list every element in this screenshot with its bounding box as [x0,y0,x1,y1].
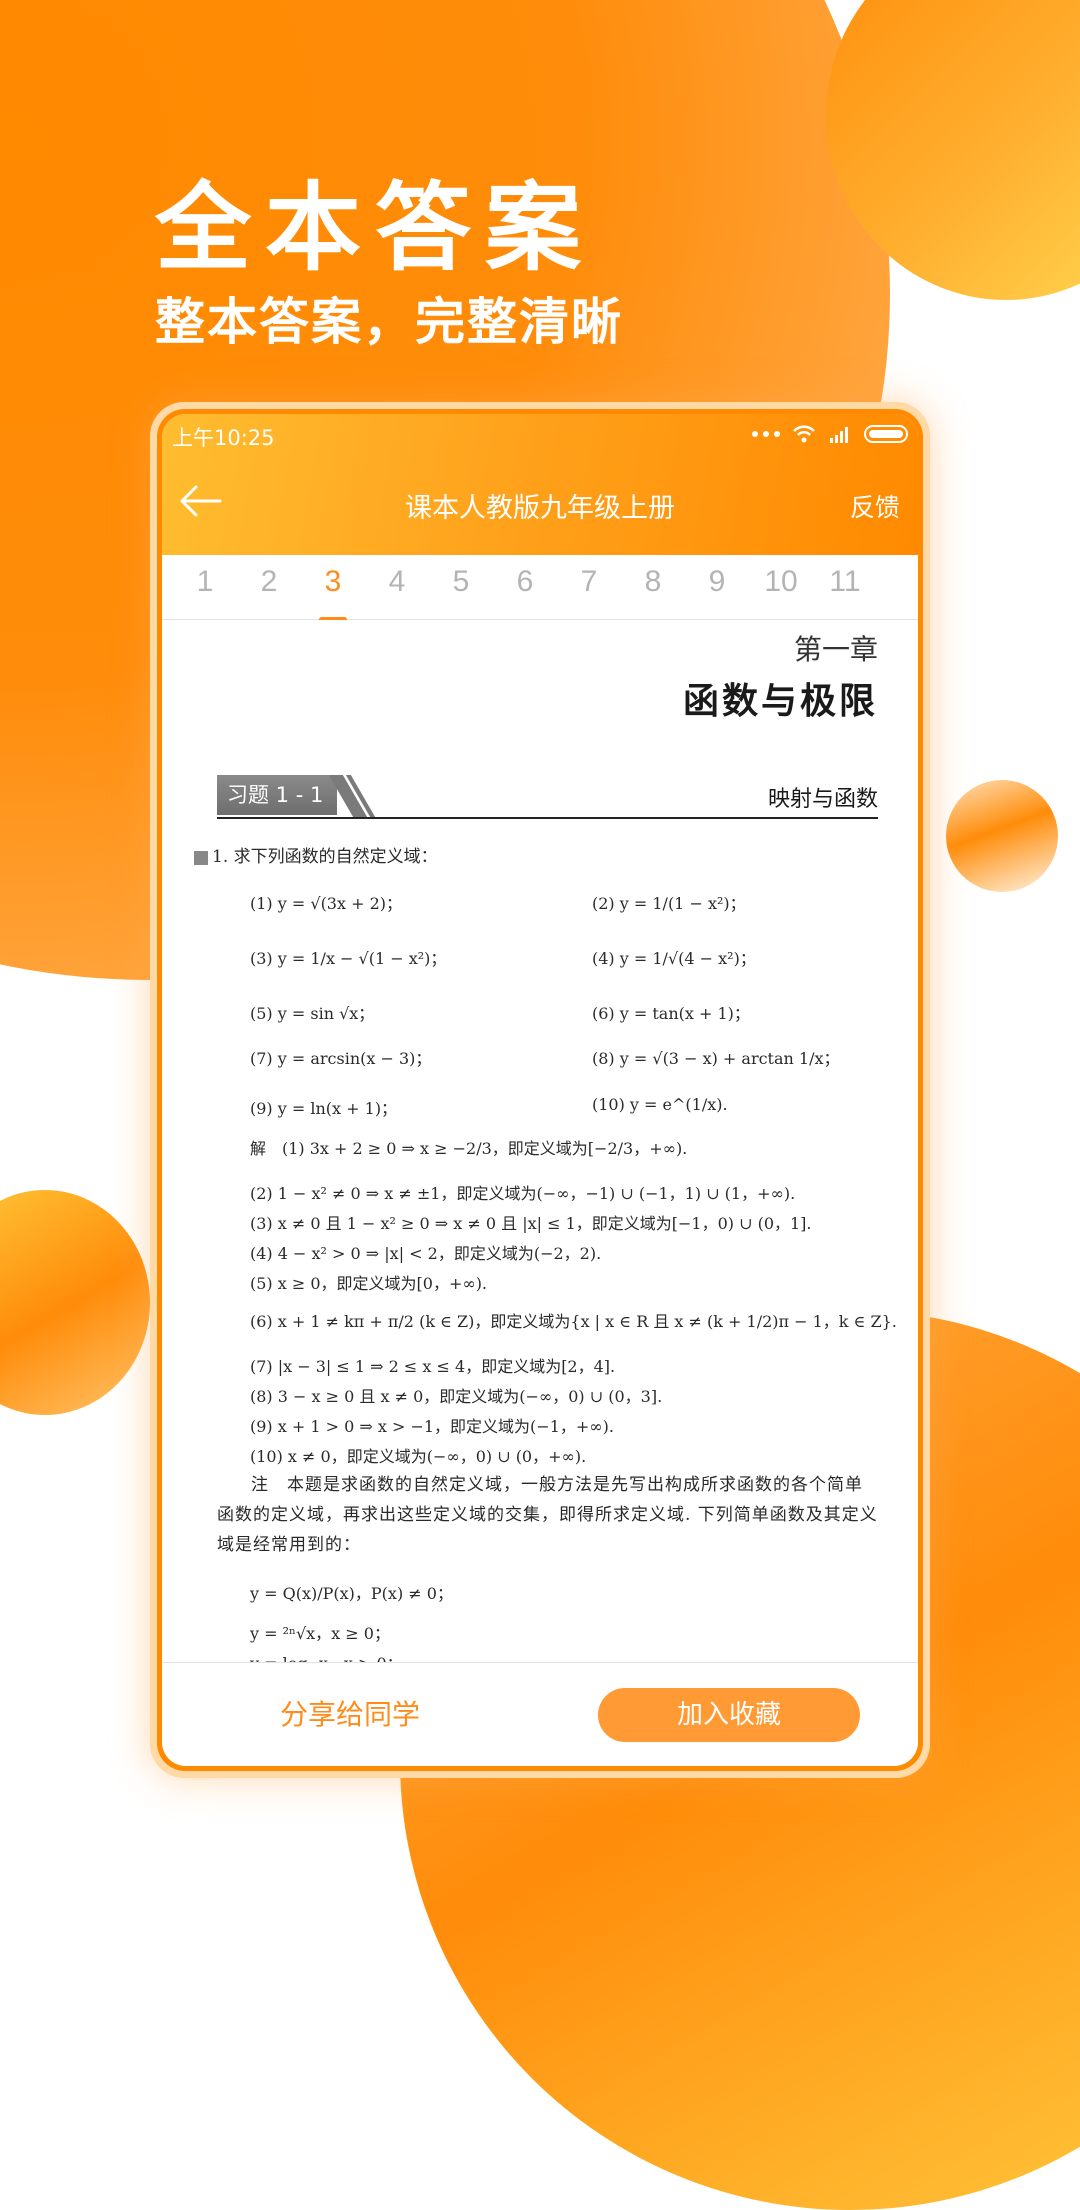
page-tabs: 1 2 3 4 5 6 7 8 9 10 11 [162,555,918,622]
exercise-label: 习题 1 - 1 [217,775,337,815]
page-tab-label: 3 [324,565,342,598]
status-icons [752,424,908,444]
background-blob-small [946,780,1058,892]
app-bar: 上午10:25 课本人教版九年级上册 反馈 [162,414,918,555]
solution-line: (7) |x − 3| ≤ 1 ⇒ 2 ≤ x ≤ 4，即定义域为[2，4]. [250,1357,616,1376]
page-tab-label: 11 [829,565,861,598]
chapter-title: 函数与极限 [682,681,878,722]
page-tab-label: 8 [644,565,662,598]
formula-line: y = Q(x)/P(x)，P(x) ≠ 0； [250,1584,453,1603]
more-dots-icon [752,431,780,437]
magnifier-icon [194,850,208,865]
page-tab[interactable]: 6 [495,565,555,599]
page-tab-label: 7 [580,565,598,598]
page-tab[interactable]: 8 [623,565,683,599]
page-tab-label: 6 [516,565,534,598]
problem-item: (2) y = 1/(1 − x²)； [592,894,746,913]
battery-icon [864,425,908,443]
problem-item: (3) y = 1/x − √(1 − x²)； [250,949,447,968]
hero-title: 全本答案 [155,172,595,284]
status-time: 上午10:25 [172,426,275,450]
solution-line: (3) x ≠ 0 且 1 − x² ≥ 0 ⇒ x ≠ 0 且 |x| ≤ 1… [250,1214,812,1233]
page-tab-label: 2 [260,565,278,598]
solution-line: (8) 3 − x ≥ 0 且 x ≠ 0，即定义域为(−∞，0) ∪ (0，3… [250,1387,663,1406]
problem-item: (8) y = √(3 − x) + arctan 1/x； [592,1049,840,1068]
page-tab-label: 10 [764,565,798,598]
solution-line: (4) 4 − x² > 0 ⇒ |x| < 2，即定义域为(−2，2). [250,1244,602,1263]
page-tab[interactable]: 10 [751,565,811,599]
chapter-number: 第一章 [793,633,878,666]
page-tab-label: 5 [452,565,470,598]
solution-line: (2) 1 − x² ≠ 0 ⇒ x ≠ ±1，即定义域为(−∞，−1) ∪ (… [250,1184,796,1203]
page-tab-label: 4 [388,565,406,598]
background-blob-left [0,1190,150,1415]
hero-subtitle: 整本答案，完整清晰 [155,293,623,351]
page-tab[interactable]: 4 [367,565,427,599]
solution-line: 解 (1) 3x + 2 ≥ 0 ⇒ x ≥ −2/3，即定义域为[−2/3，+… [250,1139,688,1158]
problem-item: (4) y = 1/√(4 − x²)； [592,949,756,968]
page-tab[interactable]: 9 [687,565,747,599]
exercise-header: 习题 1 - 1 映射与函数 [217,775,878,819]
solution-line: (10) x ≠ 0，即定义域为(−∞，0) ∪ (0，+∞). [250,1447,587,1466]
problem-item: (9) y = ln(x + 1)； [250,1099,398,1118]
solution-line: (9) x + 1 > 0 ⇒ x > −1，即定义域为(−1，+∞). [250,1417,614,1436]
question-text: 1. 求下列函数的自然定义域： [212,847,438,867]
solution-line: (6) x + 1 ≠ kπ + π/2 (k ∈ Z)，即定义域为{x | x… [250,1312,897,1331]
bottom-action-bar: 分享给同学 加入收藏 [162,1662,918,1766]
page-tab-label: 1 [196,565,214,598]
page-title: 课本人教版九年级上册 [405,493,675,524]
page-tab[interactable]: 2 [239,565,299,599]
phone-mockup: 上午10:25 课本人教版九年级上册 反馈 1 2 3 4 5 6 7 8 9 … [150,402,930,1778]
app-screen: 上午10:25 课本人教版九年级上册 反馈 1 2 3 4 5 6 7 8 9 … [162,414,918,1766]
question-heading: 1. 求下列函数的自然定义域： [194,842,438,867]
feedback-button[interactable]: 反馈 [850,488,900,524]
signal-icon [830,427,848,443]
share-button[interactable]: 分享给同学 [280,1693,420,1733]
problem-item: (7) y = arcsin(x − 3)； [250,1049,432,1068]
solution-line: (5) x ≥ 0，即定义域为[0，+∞). [250,1274,488,1293]
note-paragraph: 注 本题是求函数的自然定义域，一般方法是先写出构成所求函数的各个简单函数的定义域… [217,1475,878,1555]
phone-bezel: 上午10:25 课本人教版九年级上册 反馈 1 2 3 4 5 6 7 8 9 … [157,409,923,1771]
problem-item: (10) y = e^(1/x). [592,1095,728,1114]
formula-line: y = ²ⁿ√x，x ≥ 0； [250,1624,390,1643]
page-tab[interactable]: 7 [559,565,619,599]
problem-item: (1) y = √(3x + 2)； [250,894,403,913]
page-tab-label: 9 [708,565,726,598]
problem-item: (5) y = sin √x； [250,1004,375,1023]
page-tab[interactable]: 5 [431,565,491,599]
page-tab[interactable]: 11 [815,565,875,599]
answer-page[interactable]: 第一章 函数与极限 习题 1 - 1 映射与函数 1. 求下列函数的自然定义域：… [162,620,918,1674]
page-tab[interactable]: 1 [175,565,235,599]
wifi-icon [793,425,815,443]
exercise-topic: 映射与函数 [767,787,878,812]
page-tab[interactable]: 3 [303,565,363,622]
add-favorite-button[interactable]: 加入收藏 [598,1688,860,1742]
problem-item: (6) y = tan(x + 1)； [592,1004,750,1023]
